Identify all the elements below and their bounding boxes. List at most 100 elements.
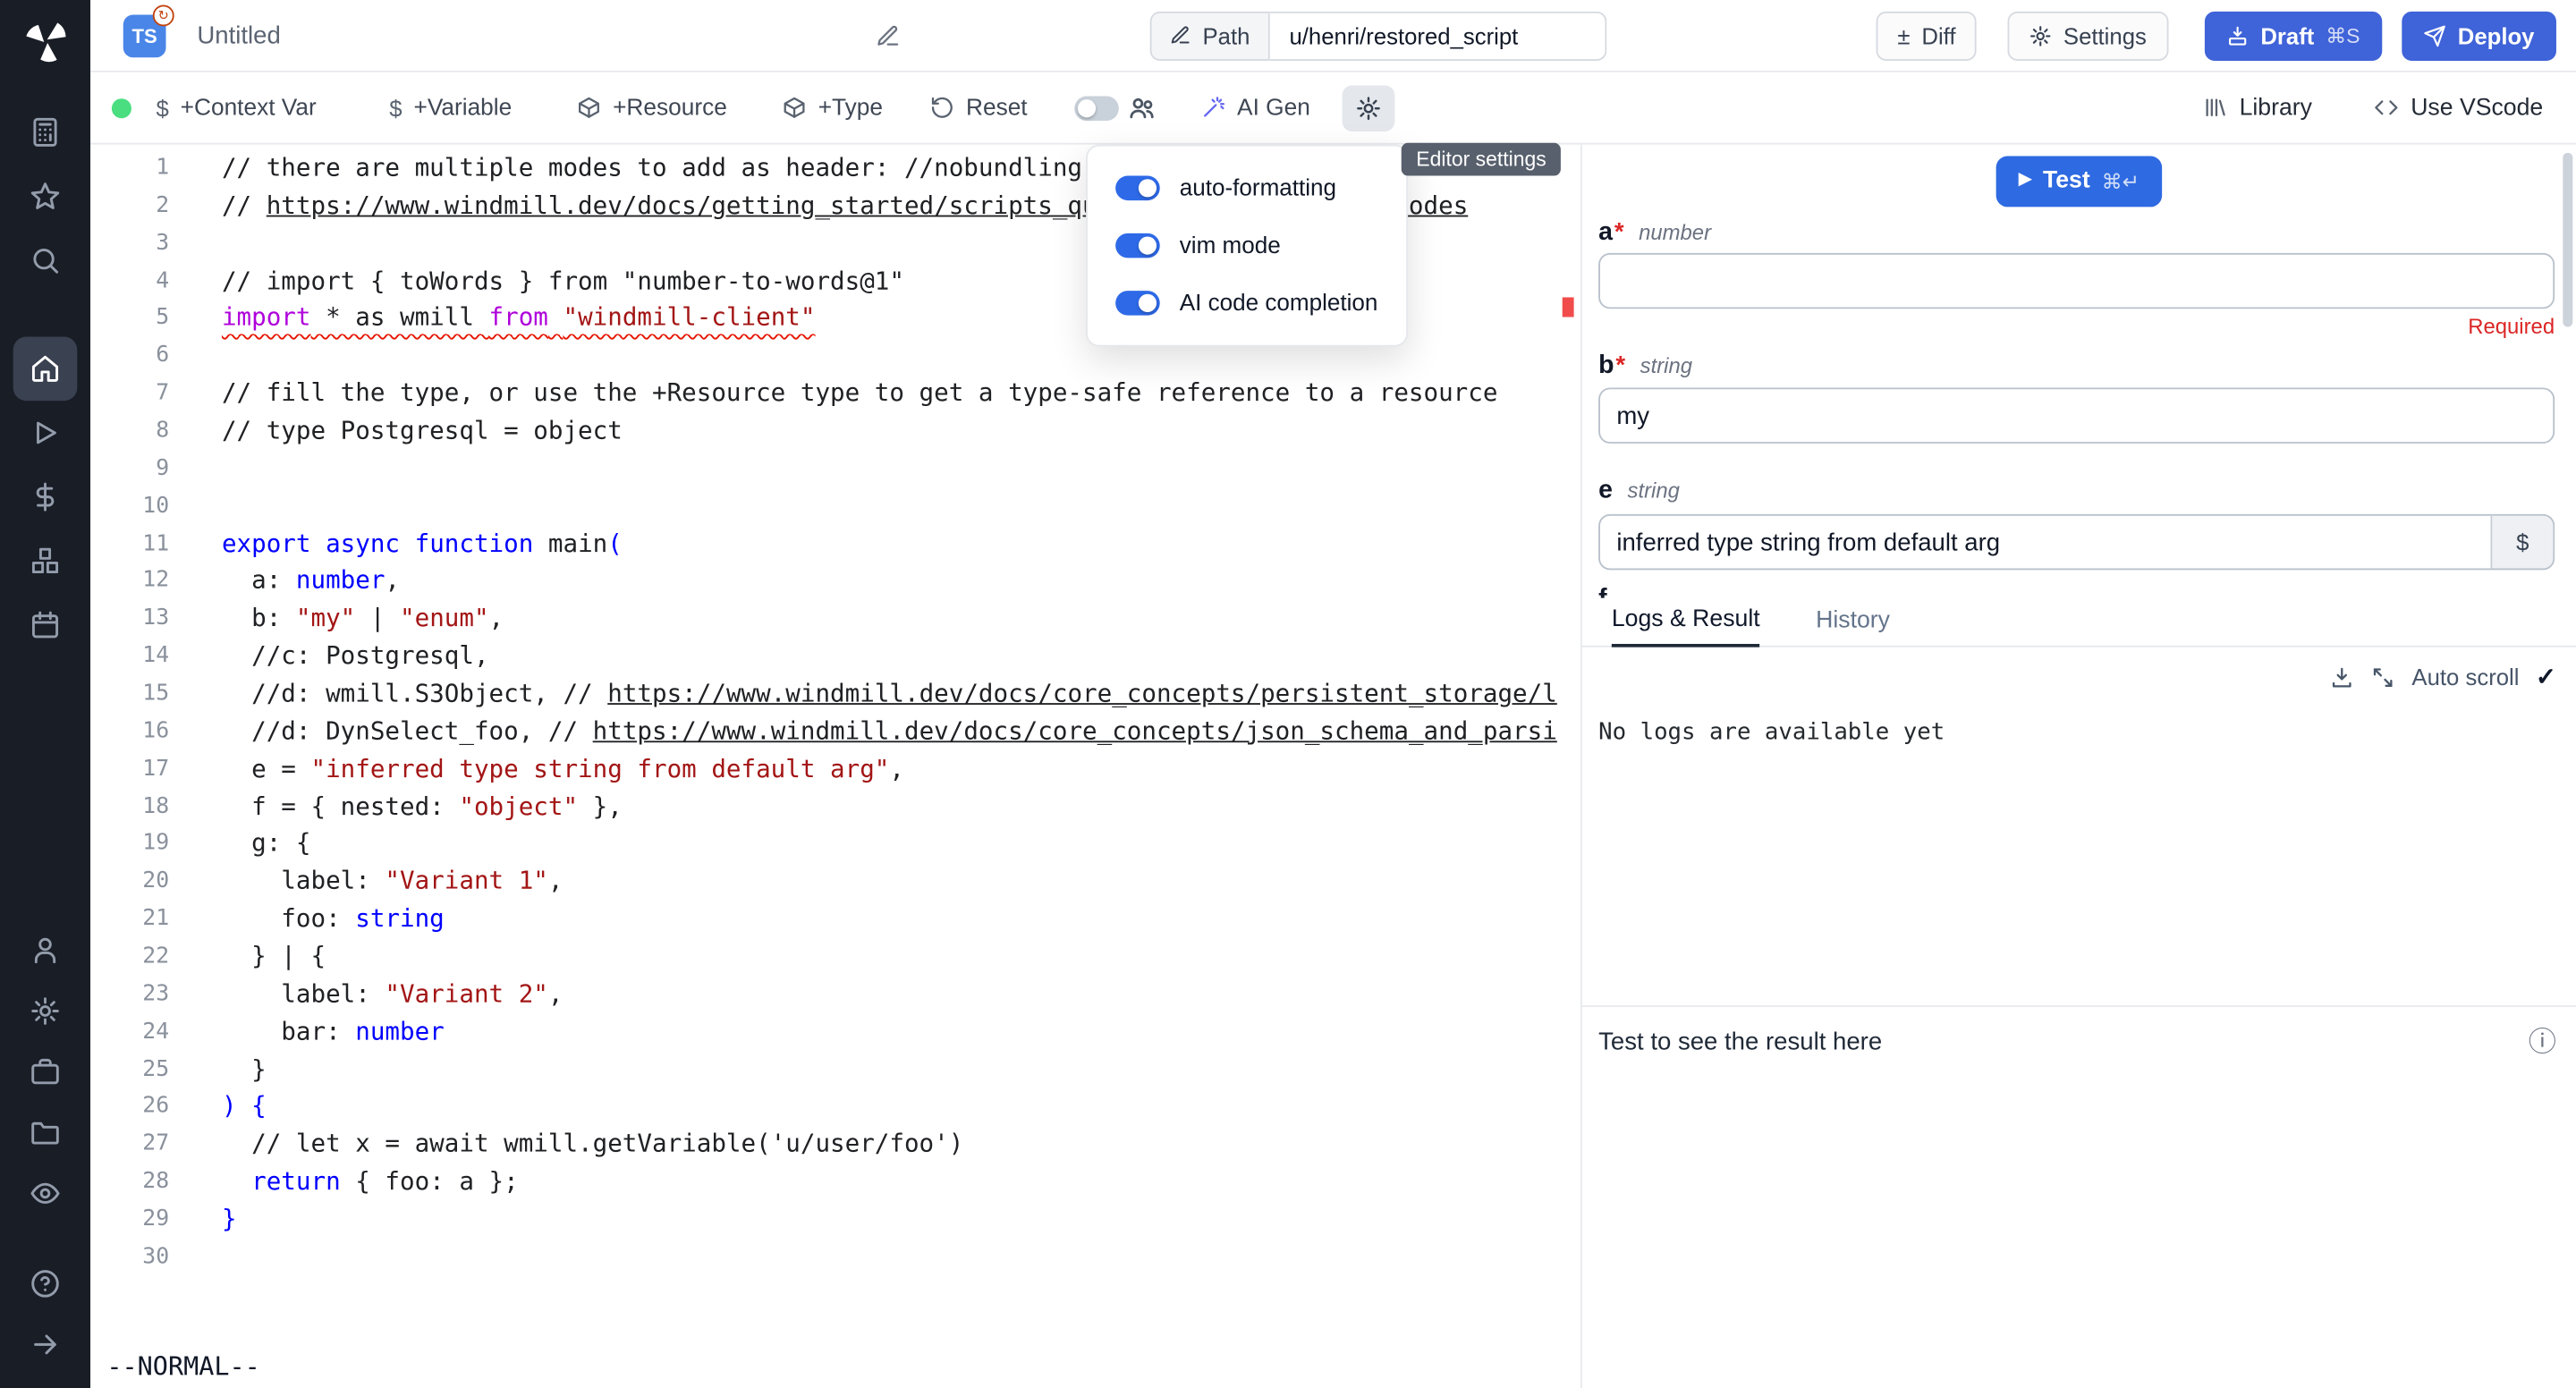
library-icon: [2203, 96, 2228, 121]
vim-mode-toggle[interactable]: [1115, 233, 1160, 258]
boxes-icon[interactable]: [13, 529, 78, 593]
multiplayer-toggle[interactable]: [1074, 96, 1119, 121]
play-icon[interactable]: [13, 401, 78, 465]
use-vscode-button[interactable]: Use VScode: [2375, 95, 2543, 121]
code-line[interactable]: 9: [90, 450, 1564, 487]
field-e-label: e string: [1598, 477, 2555, 504]
field-e-input[interactable]: [1598, 514, 2555, 570]
code-text: foo: string: [222, 901, 445, 938]
editor-settings-button[interactable]: [1343, 85, 1395, 131]
home-icon[interactable]: [13, 337, 78, 402]
folder-icon[interactable]: [15, 1102, 76, 1163]
code-line[interactable]: 17 e = "inferred type string from defaul…: [90, 750, 1564, 788]
path-control[interactable]: Path u/henri/restored_script: [1150, 11, 1606, 60]
code-text: // let x = await wmill.getVariable('u/us…: [222, 1126, 963, 1164]
tab-history[interactable]: History: [1816, 608, 1890, 646]
ai-code-completion-toggle[interactable]: [1115, 291, 1160, 316]
auto-scroll-checkbox[interactable]: ✓: [2536, 662, 2556, 691]
test-row: ▶ Test ⌘↵: [1582, 145, 2576, 217]
diff-icon: ±: [1897, 22, 1910, 48]
deploy-button[interactable]: Deploy: [2402, 11, 2555, 60]
code-line[interactable]: 13 b: "my" | "enum",: [90, 600, 1564, 638]
code-line[interactable]: 24 bar: number: [90, 1013, 1564, 1051]
add-type-button[interactable]: +Type: [782, 95, 883, 121]
expand-icon[interactable]: [2371, 664, 2396, 690]
code-text: e = "inferred type string from default a…: [222, 750, 904, 788]
code-line[interactable]: 25 }: [90, 1051, 1564, 1088]
test-shortcut: ⌘↵: [2102, 168, 2140, 193]
star-icon[interactable]: [13, 165, 78, 229]
code-text: a: number,: [222, 563, 400, 600]
diff-button[interactable]: ± Diff: [1877, 11, 1978, 60]
code-line[interactable]: 20 label: "Variant 1",: [90, 863, 1564, 901]
people-icon[interactable]: [1127, 93, 1157, 123]
line-number: 20: [90, 863, 169, 901]
help-icon[interactable]: [15, 1253, 76, 1314]
setting-vim-mode: vim mode: [1088, 216, 1406, 274]
code-line[interactable]: 30: [90, 1239, 1564, 1276]
calendar-icon[interactable]: [13, 593, 78, 657]
code-line[interactable]: 23 label: "Variant 2",: [90, 976, 1564, 1013]
calculator-icon[interactable]: [13, 100, 78, 165]
line-number: 8: [90, 412, 169, 450]
refresh-icon: [930, 96, 955, 121]
code-line[interactable]: 18 f = { nested: "object" },: [90, 788, 1564, 825]
code-line[interactable]: 11export async function main(: [90, 525, 1564, 563]
code-line[interactable]: 12 a: number,: [90, 563, 1564, 600]
briefcase-icon[interactable]: [15, 1041, 76, 1102]
line-number: 14: [90, 638, 169, 675]
auto-formatting-toggle[interactable]: [1115, 176, 1160, 201]
library-button[interactable]: Library: [2203, 95, 2312, 121]
settings-button[interactable]: Settings: [2007, 11, 2167, 60]
reset-button[interactable]: Reset: [930, 95, 1028, 121]
panel-scrollbar[interactable]: [2563, 153, 2572, 327]
code-line[interactable]: 27 // let x = await wmill.getVariable('u…: [90, 1126, 1564, 1164]
code-line[interactable]: 29}: [90, 1201, 1564, 1239]
field-b-label: b* string: [1598, 351, 2555, 379]
info-icon[interactable]: ⓘ: [2529, 1028, 2556, 1056]
code-line[interactable]: 10: [90, 487, 1564, 525]
variable-picker-button[interactable]: $: [2490, 516, 2553, 569]
code-line[interactable]: 26) {: [90, 1088, 1564, 1126]
edit-summary-button[interactable]: [876, 23, 901, 48]
line-number: 7: [90, 375, 169, 412]
user-icon[interactable]: [15, 920, 76, 981]
download-icon[interactable]: [2330, 664, 2355, 690]
code-text: f = { nested: "object" },: [222, 788, 623, 825]
code-line[interactable]: 15 //d: wmill.S3Object, // https://www.w…: [90, 675, 1564, 713]
code-text: }: [222, 1051, 267, 1088]
line-number: 4: [90, 262, 169, 300]
line-number: 24: [90, 1013, 169, 1051]
draft-button[interactable]: Draft ⌘S: [2205, 11, 2381, 60]
code-text: }: [222, 1201, 237, 1239]
add-variable-button[interactable]: $ +Variable: [389, 95, 512, 121]
add-resource-button[interactable]: +Resource: [577, 95, 727, 121]
code-text: ) {: [222, 1088, 267, 1126]
code-line[interactable]: 22 } | {: [90, 938, 1564, 976]
code-text: bar: number: [222, 1013, 445, 1051]
top-bar: TS ↻ Untitled Path u/henri/restored_scri…: [90, 0, 2576, 72]
test-button[interactable]: ▶ Test ⌘↵: [1996, 156, 2162, 207]
code-line[interactable]: 19 g: {: [90, 825, 1564, 863]
search-icon[interactable]: [13, 228, 78, 292]
code-line[interactable]: 8// type Postgresql = object: [90, 412, 1564, 450]
code-line[interactable]: 21 foo: string: [90, 901, 1564, 938]
dollar-icon[interactable]: [13, 465, 78, 529]
path-value[interactable]: u/henri/restored_script: [1269, 11, 1606, 60]
code-text: } | {: [222, 938, 326, 976]
ai-gen-button[interactable]: AI Gen: [1201, 95, 1310, 121]
add-context-var-button[interactable]: $ +Context Var: [156, 95, 316, 121]
field-a-input[interactable]: [1598, 253, 2555, 309]
gear-icon[interactable]: [15, 981, 76, 1042]
tab-logs-result[interactable]: Logs & Result: [1612, 606, 1760, 647]
code-line[interactable]: 16 //d: DynSelect_foo, // https://www.wi…: [90, 713, 1564, 750]
code-line[interactable]: 28 return { foo: a };: [90, 1164, 1564, 1201]
code-line[interactable]: 14 //c: Postgresql,: [90, 638, 1564, 675]
field-b-input[interactable]: [1598, 387, 2555, 443]
line-number: 25: [90, 1051, 169, 1088]
arrow-right-icon[interactable]: [15, 1314, 76, 1375]
path-edit-button[interactable]: Path: [1150, 11, 1270, 60]
eye-icon[interactable]: [15, 1163, 76, 1223]
code-line[interactable]: 7// fill the type, or use the +Resource …: [90, 375, 1564, 412]
windmill-logo-icon[interactable]: [22, 18, 68, 63]
